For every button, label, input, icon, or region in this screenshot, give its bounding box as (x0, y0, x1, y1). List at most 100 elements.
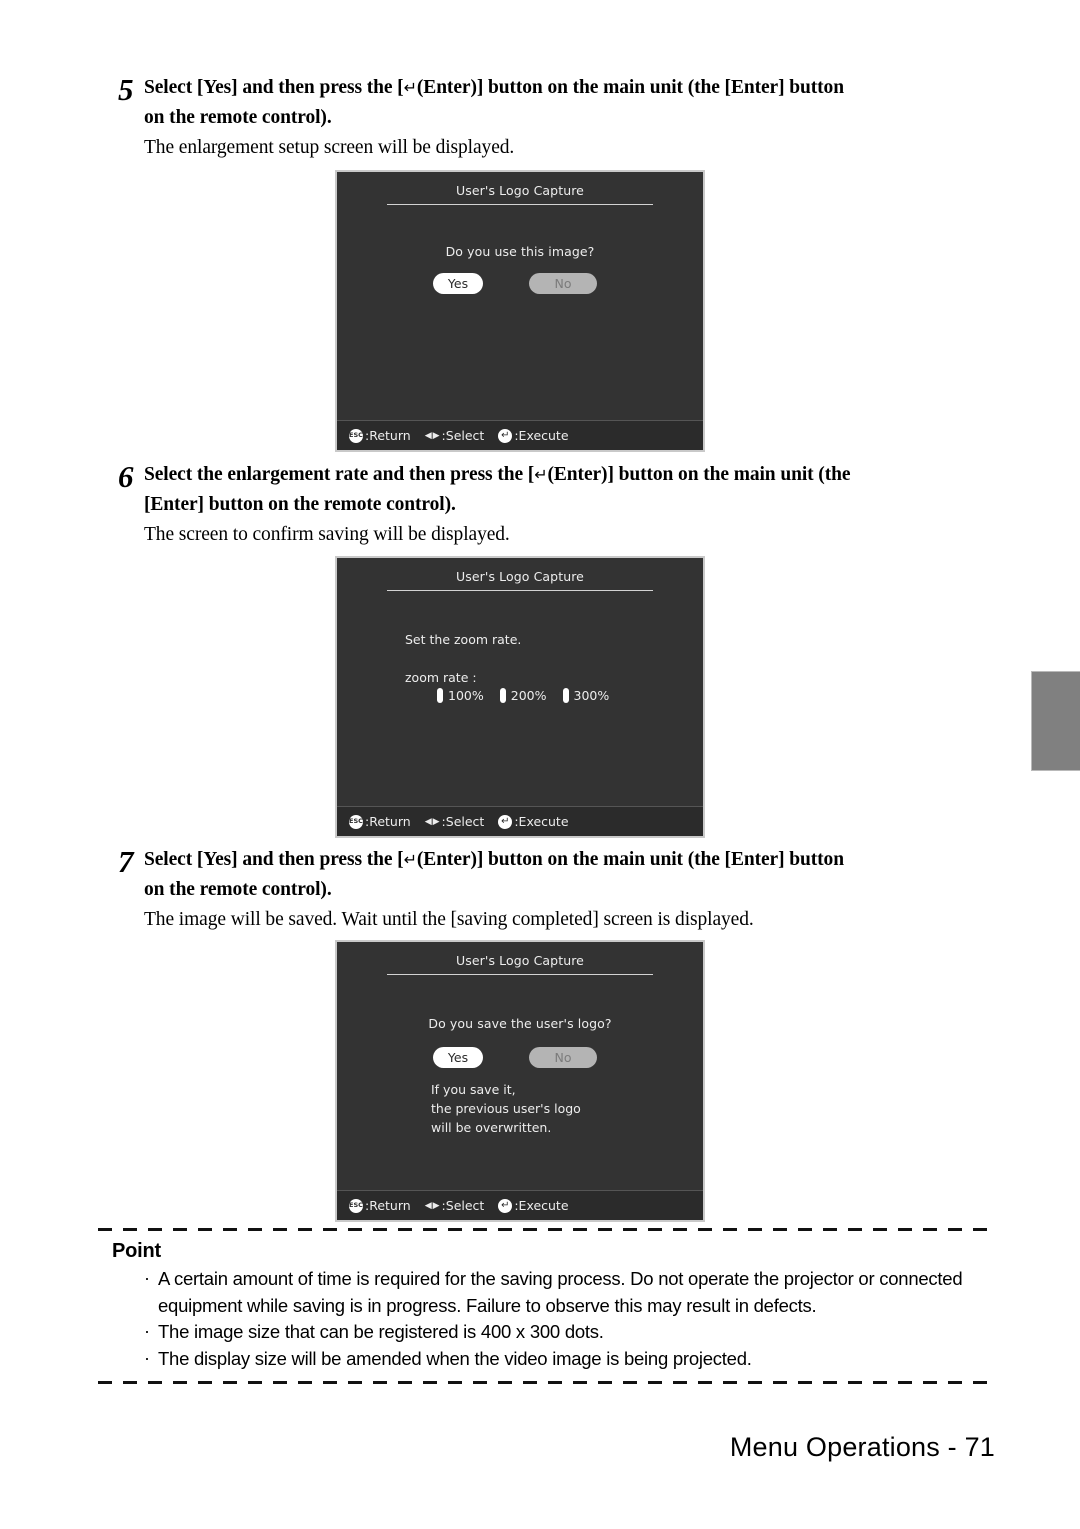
esc-icon: ESC (349, 428, 363, 443)
status-execute-label: :Execute (514, 1198, 569, 1213)
step-6-title-part-b: (Enter)] button on the main unit (the (547, 464, 851, 485)
radio-marker-icon (499, 688, 506, 703)
zoom-option-100-label: 100% (448, 688, 484, 703)
point-list-item: · A certain amount of time is required f… (98, 1266, 995, 1319)
no-button[interactable]: No (529, 273, 597, 294)
step-7-heading: 7 Select [Yes] and then press the [↵(Ent… (118, 845, 998, 905)
step-7: 7 Select [Yes] and then press the [↵(Ent… (118, 845, 998, 934)
osd-screen-zoom-rate: User's Logo Capture Set the zoom rate. z… (335, 556, 705, 838)
right-arrow-glyph: ▶ (432, 430, 440, 441)
zoom-option-200-label: 200% (510, 688, 547, 703)
status-execute: ↵ :Execute (498, 814, 569, 829)
osd-title: User's Logo Capture (456, 953, 584, 968)
status-return: ESC :Return (349, 1198, 411, 1213)
step-6-heading: 6 Select the enlargement rate and then p… (118, 460, 998, 520)
point-bottom-divider (98, 1381, 995, 1384)
zoom-option-300-label: 300% (573, 688, 610, 703)
step-7-title-part-b: (Enter)] button on the main unit (the [E… (416, 849, 844, 870)
enter-key-icon: ↵ (403, 78, 417, 97)
step-7-description: The image will be saved. Wait until the … (144, 909, 754, 930)
osd-screen-use-image-confirm: User's Logo Capture Do you use this imag… (335, 170, 705, 452)
step-7-title: Select [Yes] and then press the [↵(Enter… (144, 845, 844, 905)
point-list-item: · The display size will be amended when … (98, 1346, 995, 1373)
enter-icon: ↵ (498, 1198, 513, 1213)
step-6-title-part-a: Select the enlargement rate and then pre… (144, 464, 535, 485)
status-select-label: :Select (441, 428, 485, 443)
zoom-rate-prompt: Set the zoom rate. (405, 632, 522, 647)
status-return: ESC :Return (349, 428, 411, 443)
point-callout: Point · A certain amount of time is requ… (98, 1228, 995, 1384)
zoom-rate-options: 100% 200% 300% (437, 688, 609, 703)
page-footer: Menu Operations - 71 (729, 1432, 995, 1462)
right-arrow-glyph: ▶ (432, 1200, 440, 1211)
osd-note-line-3: will be overwritten. (431, 1120, 552, 1135)
point-item-list: · A certain amount of time is required f… (98, 1266, 995, 1372)
step-7-title-line2: on the remote control). (144, 879, 332, 900)
step-5: 5 Select [Yes] and then press the [↵(Ent… (118, 73, 998, 162)
zoom-option-100[interactable]: 100% (437, 688, 484, 703)
osd-title: User's Logo Capture (456, 183, 584, 198)
left-arrow-glyph: ◀ (424, 430, 432, 441)
enter-icon: ↵ (498, 428, 513, 443)
status-execute: ↵ :Execute (498, 428, 569, 443)
left-right-arrows-icon: ◀ ▶ (425, 431, 440, 441)
step-5-title-line2: on the remote control). (144, 107, 332, 128)
zoom-option-200[interactable]: 200% (499, 688, 547, 703)
manual-page: 5 Select [Yes] and then press the [↵(Ent… (0, 0, 1080, 1529)
osd-question: Do you save the user's logo? (428, 1016, 612, 1031)
zoom-option-300[interactable]: 300% (562, 688, 610, 703)
enter-key-icon: ↵ (403, 850, 417, 869)
bullet-icon: · (144, 1321, 150, 1341)
step-6: 6 Select the enlargement rate and then p… (118, 460, 998, 549)
yes-button[interactable]: Yes (433, 273, 483, 294)
step-5-description: The enlargement setup screen will be dis… (144, 137, 515, 158)
step-6-title: Select the enlargement rate and then pre… (144, 460, 851, 520)
bullet-icon: · (144, 1268, 150, 1288)
step-7-number: 7 (118, 844, 134, 879)
esc-icon: ESC (349, 814, 363, 829)
step-5-number: 5 (118, 72, 134, 107)
point-item-text: The display size will be amended when th… (158, 1347, 752, 1369)
enter-icon: ↵ (498, 814, 513, 829)
yes-button[interactable]: Yes (433, 1047, 483, 1068)
status-execute-label: :Execute (514, 428, 569, 443)
status-select: ◀ ▶ :Select (425, 1198, 485, 1213)
left-right-arrows-icon: ◀ ▶ (425, 1201, 440, 1211)
osd-note-line-1: If you save it, (431, 1082, 516, 1097)
left-arrow-glyph: ◀ (424, 1200, 432, 1211)
right-arrow-glyph: ▶ (432, 816, 440, 827)
step-5-heading: 5 Select [Yes] and then press the [↵(Ent… (118, 73, 998, 133)
point-top-divider (98, 1228, 995, 1231)
osd-warning-note: If you save it, the previous user's logo… (431, 1080, 581, 1137)
osd-title-underline (387, 204, 653, 205)
status-return-label: :Return (365, 814, 411, 829)
step-6-number: 6 (118, 459, 134, 494)
status-return: ESC :Return (349, 814, 411, 829)
osd-status-bar: ESC :Return ◀ ▶ :Select ↵ :Execute (337, 1190, 703, 1220)
osd-note-line-2: the previous user's logo (431, 1101, 581, 1116)
left-right-arrows-icon: ◀ ▶ (425, 817, 440, 827)
bullet-icon: · (144, 1347, 150, 1368)
osd-status-bar: ESC :Return ◀ ▶ :Select ↵ :Execute (337, 420, 703, 450)
radio-marker-icon (437, 688, 443, 703)
osd-title-underline (387, 974, 653, 975)
esc-icon: ESC (349, 1198, 363, 1213)
status-return-label: :Return (365, 1198, 411, 1213)
step-5-title: Select [Yes] and then press the [↵(Enter… (144, 73, 844, 133)
point-item-text: A certain amount of time is required for… (158, 1268, 963, 1316)
status-return-label: :Return (365, 428, 411, 443)
left-arrow-glyph: ◀ (424, 816, 432, 827)
point-item-text: The image size that can be registered is… (158, 1321, 604, 1342)
point-title: Point (112, 1240, 161, 1262)
radio-marker-icon (562, 688, 569, 703)
zoom-rate-field-label: zoom rate : (405, 670, 477, 685)
chapter-thumb-tab (1031, 671, 1080, 771)
point-list-item: · The image size that can be registered … (98, 1319, 995, 1346)
enter-key-icon: ↵ (534, 465, 548, 484)
no-button[interactable]: No (529, 1047, 597, 1068)
osd-status-bar: ESC :Return ◀ ▶ :Select ↵ :Execute (337, 806, 703, 836)
step-5-title-part-b: (Enter)] button on the main unit (the [E… (416, 77, 844, 98)
osd-button-row: Yes No (433, 273, 597, 294)
status-select-label: :Select (441, 814, 485, 829)
step-6-title-line2: [Enter] button on the remote control). (144, 494, 456, 515)
